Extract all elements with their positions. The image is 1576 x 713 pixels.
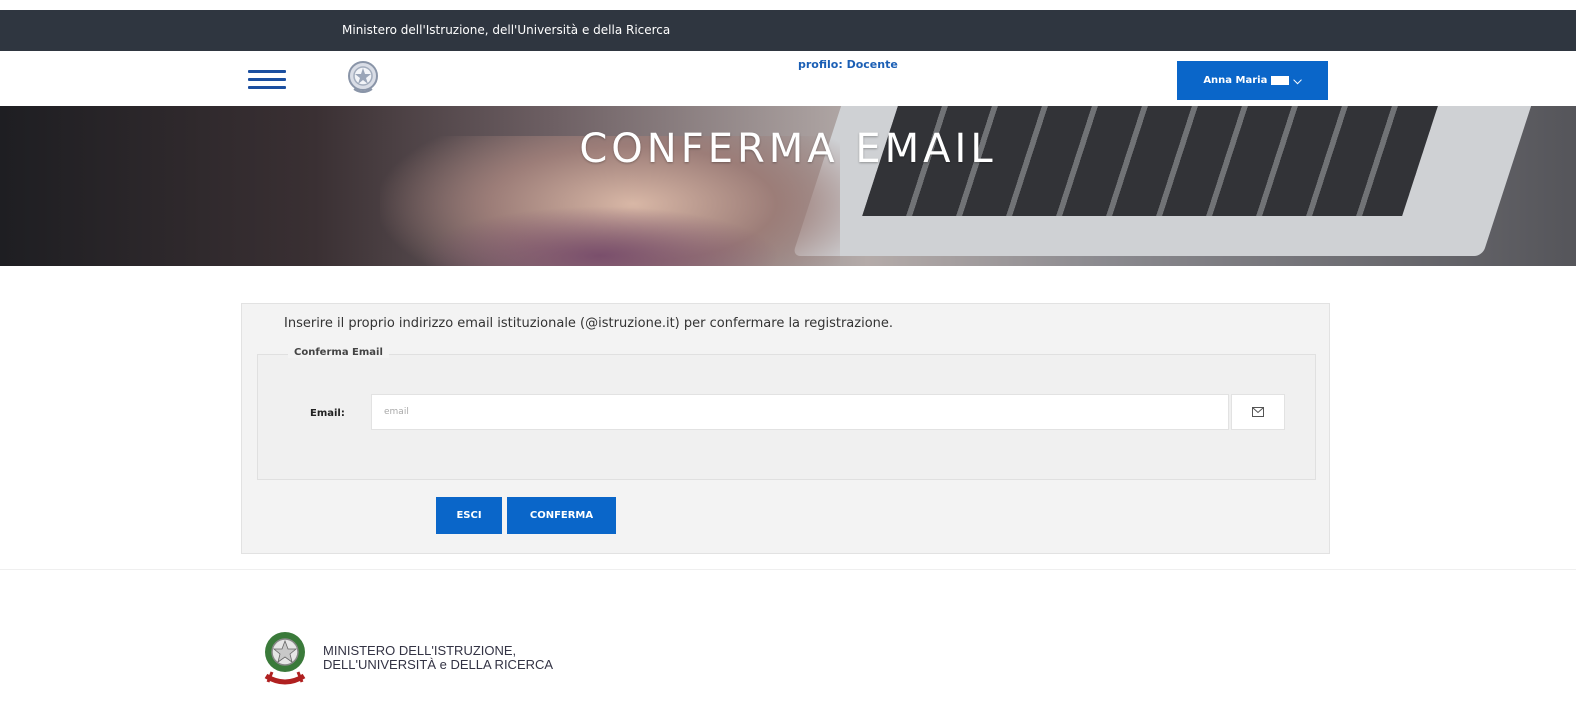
confirm-email-panel: Inserire il proprio indirizzo email isti…: [241, 303, 1330, 554]
republic-emblem-icon: [264, 632, 306, 685]
hero-banner: CONFERMA EMAIL: [0, 106, 1576, 266]
navbar: profilo: Docente Anna Maria ⌵: [0, 51, 1576, 106]
footer-divider: [0, 569, 1576, 570]
confirm-email-fieldset: Conferma Email Email: email: [257, 347, 1316, 480]
user-name: Anna Maria: [1203, 75, 1268, 86]
envelope-icon: [1231, 394, 1285, 430]
ministry-topbar: Ministero dell'Istruzione, dell'Universi…: [0, 10, 1576, 51]
footer-ministry-name: MINISTERO DELL'ISTRUZIONE, DELL'UNIVERSI…: [323, 644, 553, 672]
profile-label: profilo: Docente: [798, 58, 898, 71]
republic-emblem-icon[interactable]: [346, 59, 380, 97]
hamburger-menu-icon[interactable]: [248, 70, 286, 89]
footer-line-1: MINISTERO DELL'ISTRUZIONE,: [323, 643, 517, 658]
ministry-title: Ministero dell'Istruzione, dell'Universi…: [342, 23, 671, 37]
user-menu-button[interactable]: Anna Maria ⌵: [1177, 61, 1328, 100]
confirm-button[interactable]: CONFERMA: [507, 497, 616, 534]
email-label: Email:: [310, 408, 345, 419]
fieldset-legend: Conferma Email: [288, 347, 389, 358]
sleeve-image: [420, 206, 780, 266]
exit-button[interactable]: ESCI: [436, 497, 502, 534]
intro-text: Inserire il proprio indirizzo email isti…: [284, 316, 894, 331]
email-input[interactable]: email: [371, 394, 1229, 430]
footer-line-2: DELL'UNIVERSITÀ e DELLA RICERCA: [323, 657, 554, 672]
page-title: CONFERMA EMAIL: [579, 126, 997, 172]
chevron-down-icon: ⌵: [1293, 73, 1302, 87]
user-avatar-icon: [1271, 76, 1290, 85]
